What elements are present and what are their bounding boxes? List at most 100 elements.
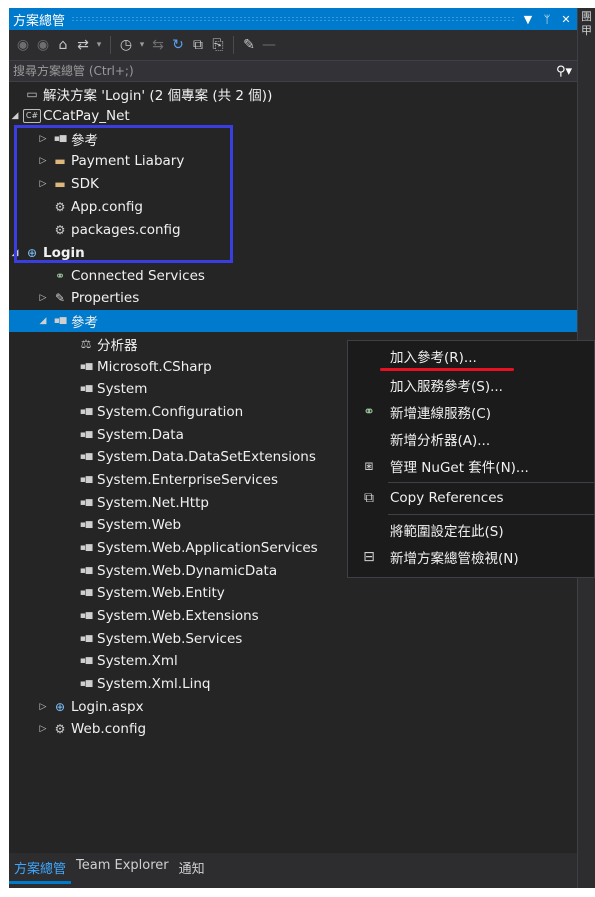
wrench-icon: ✎: [54, 291, 66, 305]
assembly-icon: ▪■: [79, 430, 94, 440]
tree-row-web-config[interactable]: ▷ ⚙ Web.config: [9, 718, 577, 740]
tree-row-connected-services[interactable]: ⚭ Connected Services: [9, 265, 577, 287]
reference-item[interactable]: ▪■ System.Xml.Linq: [9, 673, 577, 695]
collapsed-arrow-icon[interactable]: ▷: [37, 702, 49, 712]
menu-item-add-connected-service[interactable]: ⚭ 新增連線服務(C): [348, 399, 595, 425]
assembly-icon: ▪■: [79, 634, 94, 644]
collapsed-arrow-icon[interactable]: ▷: [37, 293, 49, 303]
search-input[interactable]: [9, 64, 551, 78]
toolbar-separator: [110, 36, 111, 54]
forward-icon[interactable]: ◉: [33, 37, 53, 53]
solution-icon: ▭: [26, 87, 38, 101]
assembly-icon: ▪■: [79, 656, 94, 666]
menu-item-add-service-reference[interactable]: 加入服務參考(S)...: [348, 372, 595, 398]
refresh-icon[interactable]: ↻: [168, 37, 188, 53]
show-all-files-icon[interactable]: ⎘: [208, 37, 228, 53]
assembly-icon: ▪■: [79, 475, 94, 485]
collapsed-arrow-icon[interactable]: ▷: [37, 724, 49, 734]
panel-title: 方案總管: [13, 13, 66, 29]
properties-icon[interactable]: ✎: [239, 37, 259, 53]
tree-row-payment-liabary[interactable]: ▷ ▬ Payment Liabary: [9, 150, 577, 172]
collapse-all-icon[interactable]: ⧉: [188, 37, 208, 53]
new-view-icon: ⊟: [363, 549, 375, 565]
tree-row-login-aspx[interactable]: ▷ ⊕ Login.aspx: [9, 696, 577, 718]
side-panel-char: 團: [581, 10, 592, 23]
tree-row-project-ccatpay[interactable]: ◢ C# CCatPay_Net: [9, 105, 577, 127]
config-file-icon: ⚙: [54, 223, 66, 237]
assembly-icon: ▪■: [79, 407, 94, 417]
search-icon[interactable]: ⚲▾: [551, 64, 577, 79]
assembly-icon: ▪■: [79, 452, 94, 462]
history-icon[interactable]: ◷: [116, 37, 136, 53]
tree-row-ccatpay-references[interactable]: ▷ ▪■ 參考: [9, 128, 577, 150]
tree-row-sdk[interactable]: ▷ ▬ SDK: [9, 173, 577, 195]
assembly-icon: ▪■: [79, 543, 94, 553]
tree-row-app-config[interactable]: ⚙ App.config: [9, 196, 577, 218]
chevron-down-icon[interactable]: ▾: [93, 40, 105, 50]
title-grip[interactable]: [71, 16, 514, 22]
red-underline-annotation: [380, 368, 514, 371]
sync-icon[interactable]: ⇄: [73, 37, 93, 53]
reference-item[interactable]: ▪■ System.Web.Services: [9, 628, 577, 650]
tab-team-explorer[interactable]: Team Explorer: [71, 855, 174, 877]
menu-separator: [388, 514, 594, 515]
menu-separator: [388, 482, 594, 483]
aspx-file-icon: ⊕: [54, 700, 66, 714]
folder-icon: ▬: [54, 154, 66, 168]
config-file-icon: ⚙: [54, 722, 66, 736]
assembly-icon: ▪■: [79, 362, 94, 372]
assembly-icon: ▪■: [79, 566, 94, 576]
analyzer-icon: ⚖: [80, 337, 92, 351]
copy-icon: ⧉: [364, 490, 374, 506]
collapsed-arrow-icon[interactable]: ▷: [37, 179, 49, 189]
pending-changes-icon[interactable]: ⇆: [148, 37, 168, 53]
menu-item-copy-references[interactable]: ⧉ Copy References: [348, 485, 595, 511]
search-bar: ⚲▾: [9, 60, 577, 82]
expanded-arrow-icon[interactable]: ◢: [9, 111, 21, 121]
assembly-icon: ▪■: [79, 611, 94, 621]
collapsed-arrow-icon[interactable]: ▷: [37, 156, 49, 166]
toolbar-separator: [233, 36, 234, 54]
menu-item-manage-nuget[interactable]: ⧆ 管理 NuGet 套件(N)...: [348, 453, 595, 479]
reference-item[interactable]: ▪■ System.Xml: [9, 650, 577, 672]
menu-item-new-explorer-view[interactable]: ⊟ 新增方案總管檢視(N): [348, 544, 595, 570]
tree-row-properties[interactable]: ▷ ✎ Properties: [9, 287, 577, 309]
bottom-tab-strip: 方案總管 Team Explorer 通知: [9, 853, 577, 888]
tree-row-project-login[interactable]: ◢ ⊕ Login: [9, 242, 577, 264]
close-icon[interactable]: ✕: [558, 13, 574, 26]
assembly-icon: ▪■: [79, 588, 94, 598]
nuget-package-icon: ⧆: [364, 458, 374, 474]
assembly-icon: ▪■: [79, 498, 94, 508]
pin-icon[interactable]: ᛘ: [539, 13, 555, 26]
expanded-arrow-icon[interactable]: ◢: [9, 248, 21, 258]
csharp-project-icon: C#: [23, 109, 41, 123]
config-file-icon: ⚙: [54, 200, 66, 214]
menu-item-add-analyzer[interactable]: 新增分析器(A)...: [348, 426, 595, 452]
toolbar: ◉ ◉ ⌂ ⇄ ▾ ◷ ▾ ⇆ ↻ ⧉ ⎘ ✎ —: [9, 30, 577, 60]
tree-row-packages-config[interactable]: ⚙ packages.config: [9, 219, 577, 241]
tab-notifications[interactable]: 通知: [174, 855, 210, 881]
home-icon[interactable]: ⌂: [53, 37, 73, 53]
preview-icon[interactable]: —: [259, 37, 279, 53]
reference-item[interactable]: ▪■ System.Web.Entity: [9, 582, 577, 604]
tree-row-solution[interactable]: ▭ 解決方案 'Login' (2 個專案 (共 2 個)): [9, 83, 577, 105]
references-icon: ▪■: [53, 134, 68, 144]
window-position-dropdown-icon[interactable]: ▼: [520, 13, 536, 26]
tree-row-login-references[interactable]: ◢ ▪■ 參考: [9, 310, 577, 332]
back-icon[interactable]: ◉: [13, 37, 33, 53]
reference-item[interactable]: ▪■ System.Web.Extensions: [9, 605, 577, 627]
panel-title-bar[interactable]: 方案總管 ▼ ᛘ ✕: [9, 8, 577, 30]
expanded-arrow-icon[interactable]: ◢: [37, 316, 49, 326]
chevron-down-icon[interactable]: ▾: [136, 40, 148, 50]
assembly-icon: ▪■: [79, 384, 94, 394]
screenshot-frame: 方案總管 ▼ ᛘ ✕ 團 甲 ◉ ◉ ⌂ ⇄ ▾ ◷ ▾ ⇆ ↻ ⧉ ⎘ ✎ —…: [0, 0, 595, 897]
menu-item-add-reference[interactable]: 加入參考(R)...: [348, 343, 595, 369]
web-project-icon: ⊕: [26, 246, 38, 260]
context-menu: 加入參考(R)... 加入服務參考(S)... ⚭ 新增連線服務(C) 新增分析…: [347, 340, 595, 578]
folder-icon: ▬: [54, 177, 66, 191]
collapsed-arrow-icon[interactable]: ▷: [37, 134, 49, 144]
tab-solution-explorer[interactable]: 方案總管: [9, 855, 72, 884]
side-panel-char: 甲: [581, 24, 592, 37]
menu-item-scope-to-this[interactable]: 將範圍設定在此(S): [348, 517, 595, 543]
solution-explorer-window: 方案總管 ▼ ᛘ ✕ 團 甲 ◉ ◉ ⌂ ⇄ ▾ ◷ ▾ ⇆ ↻ ⧉ ⎘ ✎ —…: [9, 8, 595, 888]
